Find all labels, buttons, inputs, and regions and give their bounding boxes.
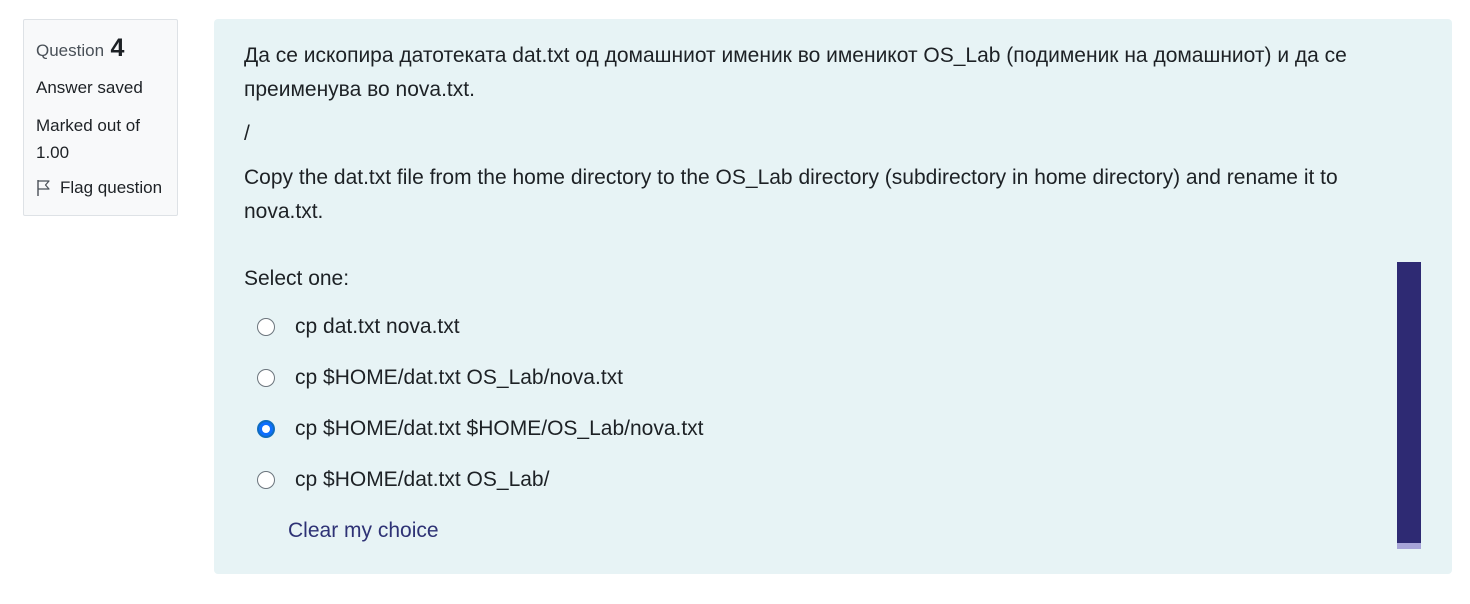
select-prompt: Select one: [244, 267, 350, 290]
grade-info: Marked out of 1.00 [36, 116, 140, 162]
question-content: Да се ископира датотеката dat.txt од дом… [214, 19, 1452, 574]
answer-option-2[interactable]: cp $HOME/dat.txt OS_Lab/nova.txt [257, 352, 1422, 403]
answer-options: cp dat.txt nova.txt cp $HOME/dat.txt OS_… [244, 301, 1422, 505]
question-text-macedonian: Да се ископира датотеката dat.txt од дом… [244, 44, 1347, 101]
answer-option-3[interactable]: cp $HOME/dat.txt $HOME/OS_Lab/nova.txt [257, 403, 1422, 454]
question-text-separator: / [244, 122, 250, 145]
scrollbar-track[interactable] [1397, 262, 1421, 549]
clear-choice-link[interactable]: Clear my choice [288, 519, 439, 543]
answer-option-4[interactable]: cp $HOME/dat.txt OS_Lab/ [257, 454, 1422, 505]
scrollbar-thumb[interactable] [1397, 262, 1421, 543]
radio-button-4[interactable] [257, 470, 275, 489]
question-number: 4 [110, 34, 125, 62]
answer-option-label: cp $HOME/dat.txt OS_Lab/ [295, 467, 550, 491]
answer-option-label: cp dat.txt nova.txt [295, 314, 460, 338]
answer-state: Answer saved [36, 78, 143, 97]
answer-option-label: cp $HOME/dat.txt OS_Lab/nova.txt [295, 365, 623, 389]
answer-option-1[interactable]: cp dat.txt nova.txt [257, 301, 1422, 352]
question-text: Да се ископира датотеката dat.txt од дом… [244, 39, 1422, 229]
flag-icon [36, 179, 52, 197]
answer-option-label: cp $HOME/dat.txt $HOME/OS_Lab/nova.txt [295, 416, 704, 440]
radio-button-1[interactable] [257, 317, 275, 336]
radio-button-3[interactable] [257, 419, 275, 438]
flag-question-button[interactable]: Flag question [36, 178, 165, 198]
question-info-panel: Question 4 Answer saved Marked out of 1.… [23, 19, 178, 216]
question-heading: Question 4 [36, 34, 165, 66]
flag-question-label: Flag question [60, 178, 163, 197]
question-label: Question [36, 41, 105, 60]
radio-button-2[interactable] [257, 368, 275, 387]
question-text-english: Copy the dat.txt file from the home dire… [244, 166, 1338, 223]
